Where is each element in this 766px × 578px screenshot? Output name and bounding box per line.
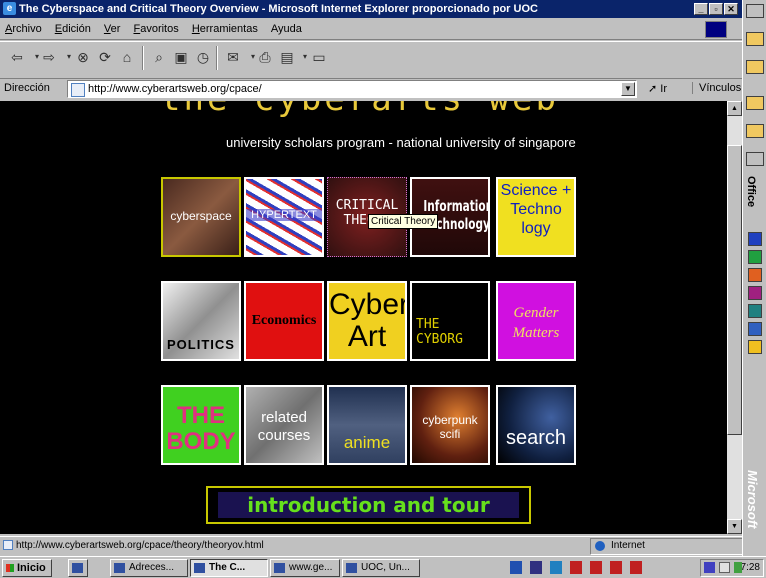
tray-app-icon[interactable] [610, 561, 622, 574]
tile-related-courses[interactable]: related courses [244, 385, 324, 465]
menu-ver[interactable]: Ver [99, 18, 126, 40]
excel-icon[interactable] [748, 250, 762, 264]
maximize-button[interactable]: ▫ [709, 3, 723, 15]
outlook-icon[interactable] [748, 322, 762, 336]
menu-ayuda[interactable]: Ayuda [266, 18, 307, 40]
task-adreces[interactable]: Adreces... [110, 559, 188, 577]
task-www[interactable]: www.ge... [270, 559, 340, 577]
status-zone: Internet [590, 538, 762, 555]
office-menu-icon[interactable] [746, 4, 764, 18]
intro-tour-button[interactable]: introduction and tour [206, 486, 531, 524]
toolbar-separator [142, 46, 144, 70]
tile-hypertext[interactable]: HYPERTEXT [244, 177, 324, 257]
tray-app-icon[interactable] [590, 561, 602, 574]
tile-search[interactable]: search [496, 385, 576, 465]
tray-app-icon[interactable] [570, 561, 582, 574]
access-icon[interactable] [748, 286, 762, 300]
status-text: http://www.cyberartsweb.org/cpace/theory… [16, 540, 264, 551]
publisher-icon[interactable] [748, 304, 762, 318]
mail-icon[interactable]: ✉ [224, 48, 242, 66]
page-content: the cyberarts web university scholars pr… [0, 101, 727, 534]
tile-cyberpunk-scifi[interactable]: cyberpunk scifi [410, 385, 490, 465]
taskbar: Inicio Adreces... The C... www.ge... UOC… [0, 556, 766, 578]
speaker-icon[interactable] [719, 562, 730, 573]
page-icon [3, 540, 13, 550]
close-button[interactable]: ✕ [724, 3, 738, 15]
back-icon[interactable]: ⇦ [8, 48, 26, 66]
print-icon[interactable]: ⎙ [256, 48, 274, 66]
tile-anime[interactable]: anime [327, 385, 407, 465]
menu-edicion[interactable]: Edición [50, 18, 96, 40]
tray-app-icon[interactable] [630, 561, 642, 574]
tile-economics[interactable]: Economics [244, 281, 324, 361]
menu-favoritos[interactable]: Favoritos [128, 18, 183, 40]
scroll-up-icon[interactable]: ▲ [727, 101, 742, 116]
tile-cyberspace[interactable]: cyberspace [161, 177, 241, 257]
toolbar-separator [216, 46, 218, 70]
site-subtitle: university scholars program - national u… [226, 135, 576, 150]
vertical-scrollbar[interactable]: ▲ ▼ [727, 101, 742, 534]
folder-icon[interactable] [746, 32, 764, 46]
status-bar: http://www.cyberartsweb.org/cpace/theory… [0, 536, 762, 555]
tray-app-icon[interactable] [550, 561, 562, 574]
page-icon [71, 83, 85, 97]
menu-bar: Archivo Edición Ver Favoritos Herramient… [0, 18, 742, 40]
microsoft-brand: Microsoft [745, 470, 760, 529]
start-button[interactable]: Inicio [2, 559, 52, 577]
forward-icon[interactable]: ⇨ [40, 48, 58, 66]
menu-archivo[interactable]: Archivo [0, 18, 47, 40]
tile-cyber-art[interactable]: Cyber Art [327, 281, 407, 361]
search-icon[interactable]: ⌕ [150, 48, 168, 66]
menu-herramientas[interactable]: Herramientas [187, 18, 263, 40]
task-uoc[interactable]: UOC, Un... [342, 559, 420, 577]
windows-logo-icon [705, 21, 727, 38]
address-label: Dirección [4, 82, 50, 94]
scroll-down-icon[interactable]: ▼ [727, 519, 742, 534]
history-icon[interactable]: ◷ [194, 48, 212, 66]
tile-science-technology[interactable]: Science + Techno logy [496, 177, 576, 257]
refresh-icon[interactable]: ⟳ [96, 48, 114, 66]
tray-app-icon[interactable] [510, 561, 522, 574]
go-button[interactable]: ➚ Ir [648, 82, 667, 95]
shield-icon [704, 562, 715, 573]
address-input[interactable]: http://www.cyberartsweb.org/cpace/ [67, 80, 637, 98]
toolbar: ⇦ ▾ ⇨ ▾ ⊗ ⟳ ⌂ ⌕ ▣ ◷ ✉ ▾ ⎙ ▤ ▾ ▭ [0, 41, 742, 79]
minimize-button[interactable]: _ [694, 3, 708, 15]
tray-app-icon[interactable] [530, 561, 542, 574]
tooltip: Critical Theory [368, 214, 439, 229]
tile-politics[interactable]: POLITICS [161, 281, 241, 361]
scroll-thumb[interactable] [727, 145, 742, 435]
quicklaunch-ie-icon[interactable] [68, 559, 88, 577]
office-bar: Office Microsoft [742, 0, 766, 556]
office-toolbar-icon[interactable] [746, 152, 764, 166]
powerpoint-icon[interactable] [748, 268, 762, 282]
title-bar: e The Cyberspace and Critical Theory Over… [0, 0, 742, 18]
globe-icon [595, 541, 605, 551]
discuss-icon[interactable]: ▭ [310, 48, 328, 66]
folder-icon[interactable] [746, 60, 764, 74]
office-label: Office [745, 176, 757, 208]
network-icon[interactable] [734, 562, 742, 573]
links-button[interactable]: Vínculos [692, 82, 741, 94]
system-tray: 17:28 [700, 559, 764, 577]
folder-icon[interactable] [746, 124, 764, 138]
address-bar: Dirección http://www.cyberartsweb.org/cp… [0, 79, 742, 99]
stop-icon[interactable]: ⊗ [74, 48, 92, 66]
ie-icon: e [3, 2, 16, 15]
tile-the-cyborg[interactable]: THE CYBORG [410, 281, 490, 361]
favorites-icon[interactable]: ▣ [172, 48, 190, 66]
tile-gender-matters[interactable]: Gender Matters [496, 281, 576, 361]
binder-icon[interactable] [748, 340, 762, 354]
address-dropdown-icon[interactable]: ▼ [621, 82, 635, 96]
home-icon[interactable]: ⌂ [118, 48, 136, 66]
task-the-cyberspace[interactable]: The C... [190, 559, 268, 577]
folder-icon[interactable] [746, 96, 764, 110]
word-icon[interactable] [748, 232, 762, 246]
edit-icon[interactable]: ▤ [278, 48, 296, 66]
window-title: The Cyberspace and Critical Theory Overv… [19, 3, 538, 15]
site-title: the cyberarts web [160, 101, 559, 119]
tile-the-body[interactable]: THE BODY [161, 385, 241, 465]
